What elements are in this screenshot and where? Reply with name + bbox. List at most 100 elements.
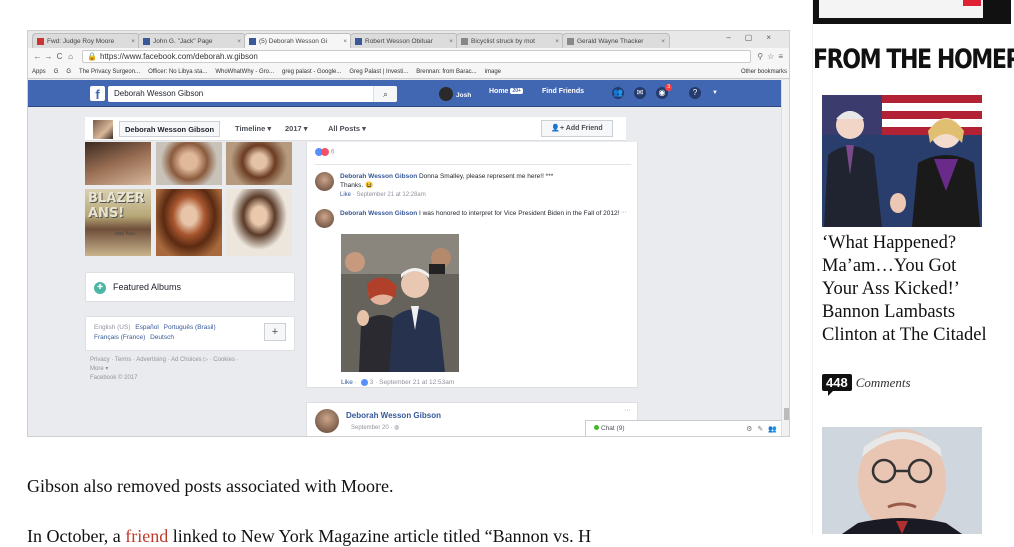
comment-text: Thanks.: [340, 182, 364, 189]
album-icon: ✚: [94, 282, 106, 294]
bookmark-item[interactable]: G: [66, 69, 71, 75]
chat-bar[interactable]: Chat (9) ⚙✎👥: [585, 420, 789, 436]
close-icon[interactable]: ×: [131, 38, 135, 45]
browser-tab[interactable]: Fwd: Judge Roy Moore ×: [32, 33, 140, 48]
year-dropdown[interactable]: 2017 ▾: [285, 121, 308, 137]
sidebar-heading: FROM THE HOMEPAGE: [813, 44, 1014, 75]
help-icon[interactable]: ?: [689, 87, 701, 99]
like-link[interactable]: Like: [340, 192, 351, 198]
scrollbar-thumb[interactable]: [784, 408, 789, 420]
bookmark-item[interactable]: G: [54, 69, 59, 75]
photo-thumbnail[interactable]: [156, 189, 222, 256]
browser-tab[interactable]: Gerald Wayne Thacker ×: [562, 33, 670, 48]
bookmark-item[interactable]: WhoWhatWhy - Gro...: [215, 69, 274, 75]
more-options-icon[interactable]: ···: [624, 407, 631, 414]
language-link[interactable]: Français (France): [94, 334, 145, 341]
facebook-logo[interactable]: f: [90, 86, 105, 102]
sidebar-gutter: [798, 0, 813, 534]
timeline-dropdown[interactable]: Timeline ▾: [235, 121, 271, 137]
back-icon[interactable]: ←: [32, 52, 43, 61]
bookmark-item[interactable]: Brennan: from Barac...: [416, 69, 476, 75]
comment-author[interactable]: Deborah Wesson Gibson: [340, 173, 417, 180]
post-author[interactable]: Deborah Wesson Gibson: [346, 411, 441, 420]
comment-count-badge: 448: [822, 374, 852, 396]
bookmarks-bar: Apps G G The Privacy Surgeon... Officer:…: [28, 65, 789, 79]
messages-icon[interactable]: ✉: [634, 87, 646, 99]
bookmark-item[interactable]: Greg Palast | Investi...: [349, 69, 408, 75]
footer-link[interactable]: Ad Choices: [171, 357, 202, 363]
photo-thumbnail[interactable]: [226, 142, 292, 185]
avatar[interactable]: [315, 209, 334, 228]
friend-requests-icon[interactable]: 👥: [612, 87, 624, 99]
browser-tab[interactable]: John G. "Jack" Page ×: [138, 33, 246, 48]
toolbar-icons[interactable]: ⚲☆≡: [757, 52, 787, 61]
posts-filter-dropdown[interactable]: All Posts ▾: [328, 121, 366, 137]
user-name[interactable]: Josh: [456, 92, 471, 99]
reactions-summary[interactable]: 6: [315, 148, 334, 156]
post-date[interactable]: September 20 · ◍: [351, 424, 399, 431]
story-headline[interactable]: ‘What Happened? Ma’am…You Got Your Ass K…: [822, 232, 992, 347]
like-link[interactable]: Like: [341, 379, 353, 386]
chevron-down-icon[interactable]: ▼: [712, 90, 718, 96]
comment-photo[interactable]: [341, 234, 459, 372]
add-friend-button[interactable]: 👤+ Add Friend: [541, 120, 613, 137]
close-icon[interactable]: ×: [343, 38, 347, 45]
gmail-icon: [37, 37, 44, 45]
forward-icon[interactable]: →: [43, 52, 54, 61]
close-icon[interactable]: ×: [237, 38, 241, 45]
chat-options-icons[interactable]: ⚙✎👥: [746, 425, 782, 433]
article-link[interactable]: friend: [125, 526, 168, 546]
profile-name[interactable]: Deborah Wesson Gibson: [119, 121, 221, 137]
search-icon[interactable]: ⌕: [373, 86, 397, 102]
more-options-icon[interactable]: ···: [620, 209, 627, 216]
scrollbar[interactable]: [781, 80, 789, 436]
bookmark-item[interactable]: The Privacy Surgeon...: [79, 69, 140, 75]
other-bookmarks[interactable]: Other bookmarks: [741, 69, 787, 75]
address-bar[interactable]: 🔒 https://www.facebook.com/deborah.w.gibs…: [82, 50, 752, 63]
story-image[interactable]: [822, 95, 982, 227]
home-link[interactable]: Home 20+: [489, 88, 523, 95]
footer-link[interactable]: Advertising: [136, 357, 166, 363]
reload-icon[interactable]: C: [54, 52, 65, 61]
footer-link[interactable]: Privacy: [90, 357, 110, 363]
avatar[interactable]: [439, 87, 453, 101]
comment-time[interactable]: September 21 at 12:53am: [379, 379, 454, 386]
window-controls[interactable]: –▢×: [726, 33, 785, 42]
notifications-icon[interactable]: ◉ 3: [656, 84, 672, 99]
close-icon[interactable]: ×: [555, 38, 559, 45]
home-icon[interactable]: ⌂: [65, 52, 76, 61]
profile-thumbnail[interactable]: [93, 120, 113, 139]
photo-thumbnail[interactable]: [156, 142, 222, 185]
sidebar-ad[interactable]: [813, 0, 1011, 24]
photo-thumbnail[interactable]: [226, 189, 292, 256]
language-link[interactable]: Deutsch: [150, 334, 174, 341]
footer-link[interactable]: Terms: [115, 357, 131, 363]
story-image[interactable]: [822, 427, 982, 534]
bookmark-item[interactable]: image: [485, 69, 501, 75]
photo-thumbnail[interactable]: [85, 142, 151, 185]
comments-link[interactable]: 448 Comments: [822, 374, 911, 396]
facebook-top-bar: f Deborah Wesson Gibson ⌕ Josh Home 20+ Fi…: [28, 80, 789, 107]
browser-tab[interactable]: Bicyclist struck by mot ×: [456, 33, 564, 48]
footer-link[interactable]: More: [90, 366, 104, 372]
photo-thumbnail[interactable]: BLAZER ANS! etta Poss: [85, 189, 151, 256]
comment-author[interactable]: Deborah Wesson Gibson: [340, 210, 417, 217]
footer-link[interactable]: Cookies: [213, 357, 235, 363]
sidebar: FROM THE HOMEPAGE ‘What Happened? Ma’am……: [798, 0, 1014, 534]
add-language-button[interactable]: +: [264, 323, 286, 341]
bookmark-item[interactable]: Officer: No Libya sta...: [148, 69, 207, 75]
avatar[interactable]: [315, 172, 334, 191]
facebook-search-input[interactable]: Deborah Wesson Gibson ⌕: [108, 86, 397, 102]
featured-albums-card[interactable]: ✚ Featured Albums: [85, 272, 295, 302]
comment-time[interactable]: September 21 at 12:28am: [356, 192, 425, 198]
close-icon[interactable]: ×: [661, 38, 665, 45]
find-friends-link[interactable]: Find Friends: [542, 88, 584, 95]
browser-tab-active[interactable]: (5) Deborah Wesson Gi ×: [244, 33, 352, 48]
language-link[interactable]: Español: [135, 324, 159, 331]
bookmark-apps[interactable]: Apps: [32, 69, 46, 75]
bookmark-item[interactable]: greg palast - Google...: [282, 69, 341, 75]
close-icon[interactable]: ×: [449, 38, 453, 45]
language-link[interactable]: Português (Brasil): [164, 324, 216, 331]
avatar[interactable]: [315, 409, 339, 433]
browser-tab[interactable]: Robert Wesson Obituar ×: [350, 33, 458, 48]
